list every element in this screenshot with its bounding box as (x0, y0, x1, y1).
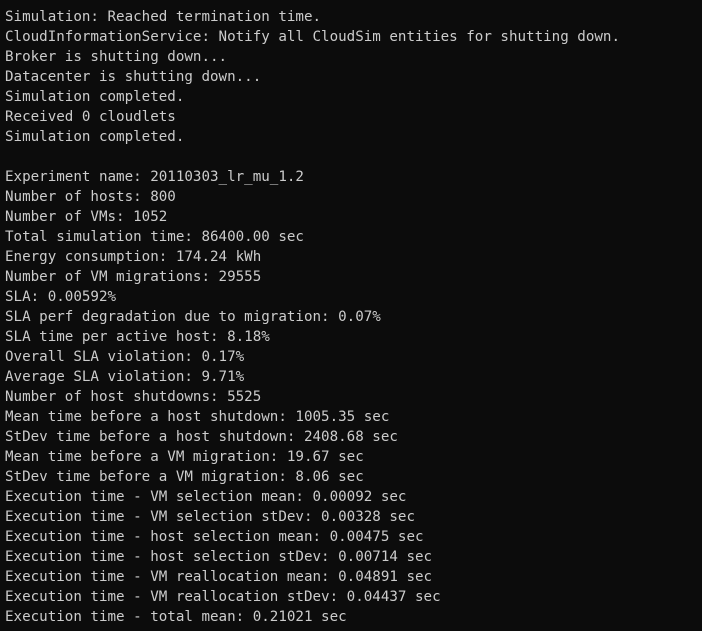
console-line: Energy consumption: 174.24 kWh (5, 249, 262, 265)
console-line: Datacenter is shutting down... (5, 69, 262, 85)
console-output[interactable]: Simulation: Reached termination time. Cl… (0, 0, 702, 631)
console-line: Execution time - total mean: 0.21021 sec (5, 609, 347, 625)
console-line: Execution time - VM reallocation mean: 0… (5, 569, 433, 585)
console-line: Overall SLA violation: 0.17% (5, 349, 245, 365)
console-line: Execution time - VM reallocation stDev: … (5, 589, 441, 605)
console-line: Total simulation time: 86400.00 sec (5, 229, 304, 245)
console-line: Number of hosts: 800 (5, 189, 176, 205)
console-line: Execution time - host selection mean: 0.… (5, 529, 424, 545)
console-line: Execution time - VM selection mean: 0.00… (5, 489, 407, 505)
console-line: Number of VM migrations: 29555 (5, 269, 262, 285)
console-line: Execution time - VM selection stDev: 0.0… (5, 509, 415, 525)
console-line: StDev time before a VM migration: 8.06 s… (5, 469, 364, 485)
console-line: CloudInformationService: Notify all Clou… (5, 29, 620, 45)
console-line: Average SLA violation: 9.71% (5, 369, 245, 385)
console-line: Received 0 cloudlets (5, 109, 176, 125)
console-line: Number of host shutdowns: 5525 (5, 389, 262, 405)
console-line: Experiment name: 20110303_lr_mu_1.2 (5, 169, 304, 185)
console-line: Number of VMs: 1052 (5, 209, 168, 225)
console-line: SLA: 0.00592% (5, 289, 117, 305)
console-line: SLA time per active host: 8.18% (5, 329, 270, 345)
console-line: StDev time before a host shutdown: 2408.… (5, 429, 398, 445)
console-line: Broker is shutting down... (5, 49, 228, 65)
console-line: Mean time before a host shutdown: 1005.3… (5, 409, 390, 425)
console-line: Mean time before a VM migration: 19.67 s… (5, 449, 364, 465)
console-line: Simulation completed. (5, 89, 185, 105)
console-line: Execution time - host selection stDev: 0… (5, 549, 433, 565)
console-line: Simulation: Reached termination time. (5, 9, 322, 25)
console-line: Simulation completed. (5, 129, 185, 145)
console-line: SLA perf degradation due to migration: 0… (5, 309, 381, 325)
